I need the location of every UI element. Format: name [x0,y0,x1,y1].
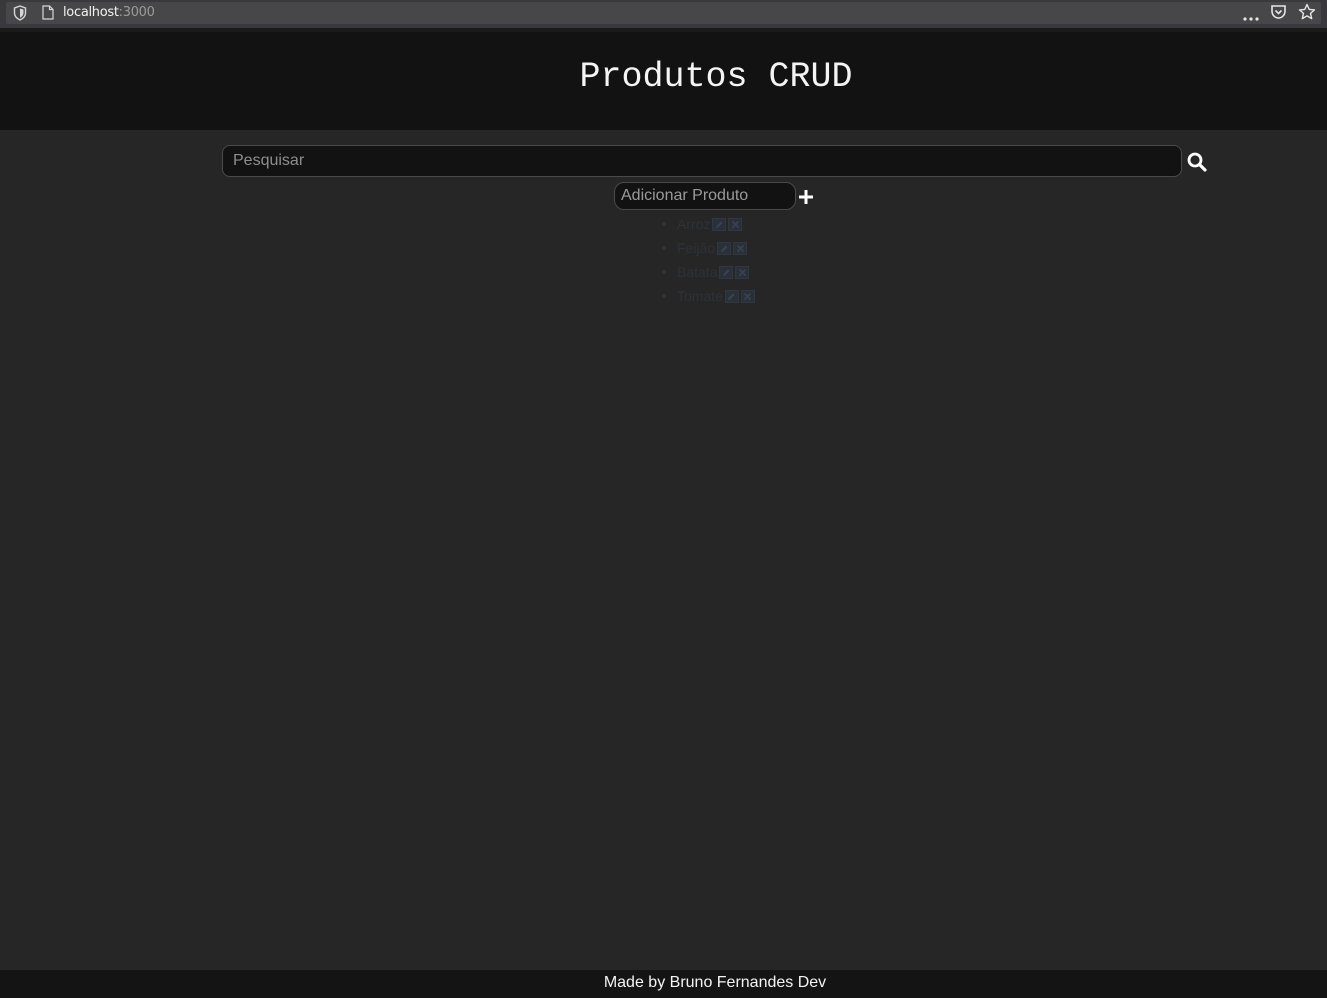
product-name: Feijão [677,240,716,256]
close-icon [736,244,744,252]
url-text[interactable]: localhost:3000 [63,5,155,20]
search-input[interactable] [222,145,1182,177]
product-name: Arroz [677,216,711,232]
edit-button[interactable] [717,241,732,255]
shield-icon[interactable] [13,5,27,21]
url-port: :3000 [118,5,155,20]
bookmark-star-icon[interactable] [1298,3,1316,21]
address-bar[interactable] [6,2,1321,24]
delete-button[interactable] [740,289,755,303]
product-name: Batata [677,264,718,280]
bullet [662,294,666,298]
add-product-input[interactable] [614,182,796,210]
plus-icon[interactable] [798,189,814,205]
pocket-icon[interactable] [1270,4,1287,20]
product-list: Arroz Feijão Batata Tomate [662,212,755,308]
close-icon [744,292,752,300]
close-icon [731,220,740,228]
pencil-icon [715,221,723,228]
list-item: Feijão [662,236,755,260]
edit-button[interactable] [719,265,734,279]
delete-button[interactable] [735,265,750,279]
edit-button[interactable] [712,217,727,231]
list-item: Tomate [662,284,755,308]
list-item: Arroz [662,212,755,236]
pencil-icon [720,245,728,252]
url-host: localhost [63,5,119,20]
edit-button[interactable] [724,289,739,303]
bullet [662,270,666,274]
more-options-icon[interactable] [1242,9,1260,21]
bullet [662,246,666,250]
footer-credit: Made by Bruno Fernandes Dev [603,974,827,991]
delete-button[interactable] [728,217,743,231]
pencil-icon [728,293,735,300]
search-icon[interactable] [1186,151,1208,173]
list-item: Batata [662,260,755,284]
product-name: Tomate [677,288,723,304]
bullet [662,222,666,226]
delete-button[interactable] [733,241,748,255]
page-title: Produtos CRUD [579,57,853,97]
page-icon [42,5,54,20]
app-header: Produtos CRUD [0,32,1327,130]
pencil-icon [722,269,730,276]
app-footer: Made by Bruno Fernandes Dev [0,970,1327,998]
browser-toolbar: localhost:3000 [0,0,1327,28]
close-icon [738,268,747,276]
